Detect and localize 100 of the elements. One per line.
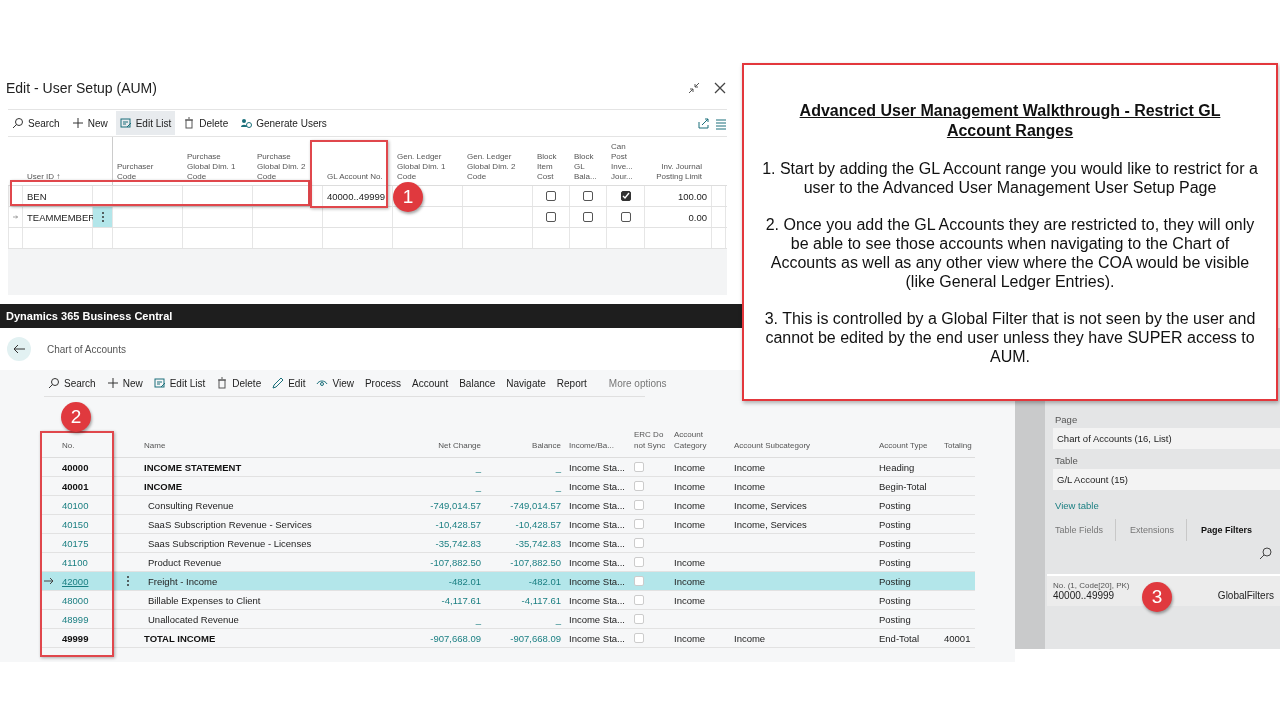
toolbar-button[interactable]: Delete: [179, 111, 233, 135]
account-number-link[interactable]: 41100: [62, 556, 88, 568]
table-cell: Posting: [879, 556, 911, 568]
toolbar-button[interactable]: Edit List: [149, 371, 210, 395]
toolbar-button[interactable]: Search: [44, 371, 100, 395]
page-title: Chart of Accounts: [47, 343, 126, 355]
search-icon[interactable]: [1259, 547, 1272, 560]
table-row[interactable]: 42000 Freight - Income -482.01 -482.01 Income Sta... Income Posting: [40, 572, 975, 591]
table-cell-text: Saas Subscription Revenue - Licenses: [147, 537, 312, 549]
tab[interactable]: Page Filters: [1199, 519, 1255, 541]
more-icon[interactable]: [100, 211, 105, 223]
table-cell: -4,117.61: [521, 594, 561, 606]
column-header[interactable]: Name: [140, 440, 410, 457]
toolbar-button[interactable]: Balance: [455, 371, 500, 395]
table-cell: -4,117.61: [441, 594, 481, 606]
account-number-link[interactable]: 42000: [62, 575, 89, 587]
share-icon[interactable]: [697, 116, 710, 130]
table-row[interactable]: TEAMMEMBER 0.00: [8, 207, 727, 228]
table-cell: Income Sta...: [569, 518, 625, 530]
checkbox[interactable]: [583, 212, 593, 222]
table-cell: 40000..49999: [327, 190, 386, 202]
tab[interactable]: Table Fields: [1053, 519, 1117, 541]
column-header[interactable]: Account Type: [875, 440, 940, 457]
toolbar-button[interactable]: Report: [552, 371, 591, 395]
table-cell: _: [475, 461, 481, 473]
more-icon[interactable]: [125, 575, 130, 587]
table-row[interactable]: 40175 Saas Subscription Revenue - Licenses -35,742.83 -35,742.83 Income Sta... Posting: [40, 534, 975, 553]
checkbox[interactable]: [583, 191, 593, 201]
table-cell-text: Billable Expenses to Client: [147, 594, 261, 606]
more-options-button[interactable]: More options: [604, 371, 671, 395]
table-cell: -107,882.50: [510, 556, 561, 568]
toolbar-button[interactable]: Navigate: [502, 371, 550, 395]
toolbar-button[interactable]: View: [312, 371, 358, 395]
column-header[interactable]: Block Item Cost: [533, 152, 570, 185]
column-header[interactable]: Purchaser Code: [113, 162, 183, 185]
account-number-link[interactable]: 49999: [62, 632, 89, 644]
column-header[interactable]: Gen. Ledger Global Dim. 1 Code: [393, 152, 463, 185]
column-header[interactable]: Block GL Bala...: [570, 152, 607, 185]
toolbar-button[interactable]: Delete: [212, 371, 266, 395]
close-icon[interactable]: [713, 81, 727, 95]
checkbox[interactable]: [546, 191, 556, 201]
column-header[interactable]: Purchase Global Dim. 1 Code: [183, 152, 253, 185]
table-cell: Posting: [879, 537, 911, 549]
column-header[interactable]: Net Change: [410, 440, 485, 457]
tab[interactable]: Extensions: [1128, 519, 1188, 541]
view-table-link[interactable]: View table: [1055, 500, 1280, 511]
account-number-link[interactable]: 48999: [62, 613, 89, 625]
table-row[interactable]: 40150 SaaS Subscription Revenue - Services -10,428.57 -10,428.57 Income Sta... Income Income, Services Posting: [40, 515, 975, 534]
callout-paragraph: 2. Once you add the GL Accounts they are restricted to, they will only be able to see those accounts when navigating to the Chart of Accounts as well as any other view where the COA would be visible (like General Ledger Entries).: [764, 215, 1256, 291]
table-cell: -35,742.83: [515, 537, 561, 549]
toolbar-button[interactable]: New: [67, 111, 112, 135]
collapse-icon[interactable]: [687, 81, 701, 95]
column-header[interactable]: Income/Ba...: [565, 440, 630, 457]
toolbar-button[interactable]: Account: [408, 371, 453, 395]
table-cell: Begin-Total: [879, 480, 927, 492]
column-header[interactable]: No.: [40, 440, 115, 457]
column-header[interactable]: User ID ↑: [23, 172, 93, 185]
column-header[interactable]: GL Account No.: [323, 172, 393, 185]
account-number-link[interactable]: 40175: [62, 537, 89, 549]
checkbox[interactable]: [620, 191, 631, 201]
table-cell: 0.00: [645, 207, 712, 227]
toolbar-button[interactable]: Search: [8, 111, 64, 135]
account-number-link[interactable]: 40100: [62, 499, 89, 511]
table-cell: Income Sta...: [569, 461, 625, 473]
column-header[interactable]: Inv. Journal Posting Limit: [645, 162, 712, 185]
field-label: Table: [1055, 455, 1079, 466]
callout-title: Advanced User Management Walkthrough - Restrict GL Account Ranges: [798, 101, 1222, 141]
table-row[interactable]: 40100 Consulting Revenue -749,014.57 -749,014.57 Income Sta... Income Income, Services Posting: [40, 496, 975, 515]
toolbar-button[interactable]: Generate Users: [236, 111, 331, 135]
column-header[interactable]: Balance: [485, 440, 565, 457]
checkbox[interactable]: [620, 212, 631, 222]
column-header[interactable]: Can Post Inve... Jour...: [607, 142, 645, 185]
toolbar-button[interactable]: New: [102, 371, 147, 395]
column-header[interactable]: Account Subcategory: [730, 440, 875, 457]
table-row[interactable]: 40000 INCOME STATEMENT _ _ Income Sta... Income Income Heading: [40, 458, 975, 477]
back-button[interactable]: [7, 337, 31, 361]
field-label: Page: [1055, 414, 1079, 425]
toolbar-button[interactable]: Process: [360, 371, 406, 395]
table-cell: 40001: [944, 632, 971, 644]
filter-source: GlobalFilters: [1217, 590, 1274, 601]
column-header[interactable]: Gen. Ledger Global Dim. 2 Code: [463, 152, 533, 185]
toolbar-button[interactable]: Edit: [268, 371, 310, 395]
account-number-link[interactable]: 40001: [62, 480, 89, 492]
column-header[interactable]: ERC Do not Sync: [630, 429, 670, 457]
table-cell: Income Sta...: [569, 575, 625, 587]
account-number-link[interactable]: 48000: [62, 594, 89, 606]
column-header[interactable]: Account Category: [670, 429, 730, 457]
checkbox[interactable]: [546, 212, 556, 222]
account-number-link[interactable]: 40150: [62, 518, 89, 530]
trash-icon: [183, 117, 196, 129]
account-number-link[interactable]: 40000: [62, 461, 89, 473]
table-row[interactable]: 48999 Unallocated Revenue _ _ Income Sta... Posting: [40, 610, 975, 629]
table-row[interactable]: 48000 Billable Expenses to Client -4,117.61 -4,117.61 Income Sta... Income Posting: [40, 591, 975, 610]
toolbar-button[interactable]: Edit List: [115, 111, 176, 135]
column-header[interactable]: Totaling: [940, 440, 975, 457]
table-row[interactable]: 40001 INCOME _ _ Income Sta... Income Income Begin-Total: [40, 477, 975, 496]
column-header[interactable]: Purchase Global Dim. 2 Code: [253, 152, 323, 185]
edit-list-icon: [119, 117, 132, 129]
table-row[interactable]: 49999 TOTAL INCOME -907,668.09 -907,668.09 Income Sta... Income Income End-Total 40001: [40, 629, 975, 648]
table-cell: Income: [674, 632, 706, 644]
